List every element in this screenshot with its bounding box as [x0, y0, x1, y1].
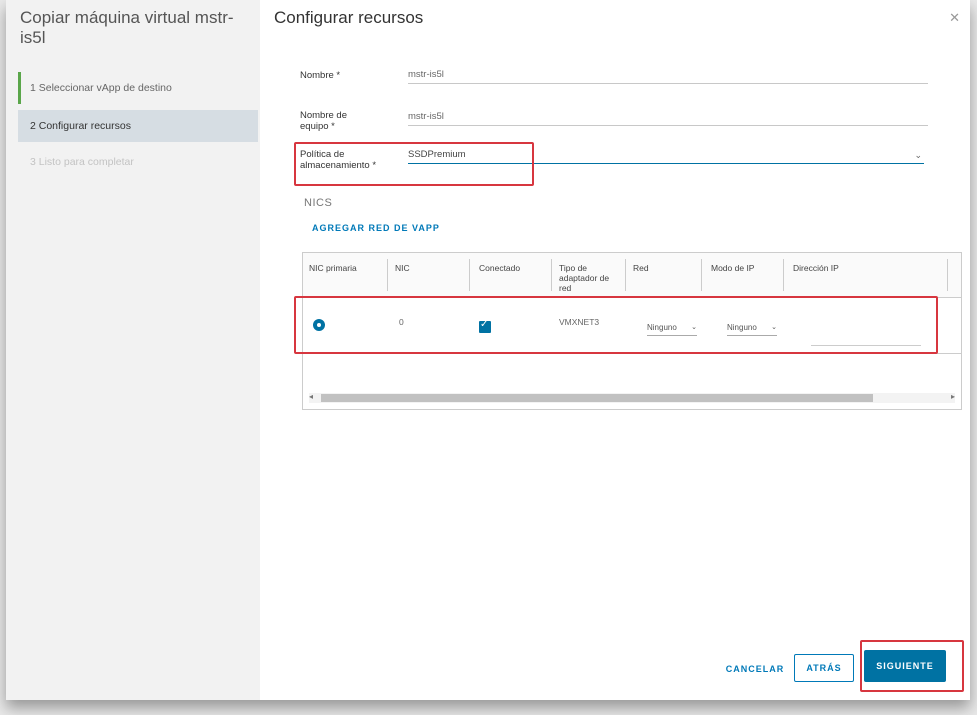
col-separator	[701, 259, 702, 291]
name-label: Nombre *	[300, 70, 341, 81]
connected-checkbox[interactable]	[479, 319, 491, 333]
close-icon[interactable]: ✕	[949, 10, 960, 26]
col-header-ip-address: Dirección IP	[793, 263, 839, 273]
wizard-title: Copiar máquina virtual mstr-is5l	[20, 8, 234, 47]
horizontal-scrollbar[interactable]: ◂ ▸	[309, 392, 955, 403]
table-row: 0 VMXNET3 Ninguno ⌄ Ninguno ⌄	[303, 297, 961, 354]
col-separator	[947, 259, 948, 291]
wizard-step-configure-resources[interactable]: 2 Configurar recursos	[18, 110, 258, 142]
wizard-step-ready-to-complete: 3 Listo para completar	[30, 156, 134, 168]
col-separator	[469, 259, 470, 291]
storage-policy-select[interactable]: SSDPremium ⌄	[408, 146, 924, 164]
ip-mode-select[interactable]: Ninguno ⌄	[727, 321, 777, 336]
scroll-left-icon[interactable]: ◂	[309, 392, 313, 401]
col-header-nic: NIC	[395, 263, 410, 273]
adapter-type: VMXNET3	[559, 317, 600, 327]
nic-index: 0	[399, 317, 404, 327]
col-header-connected: Conectado	[479, 263, 521, 273]
cancel-button[interactable]: CANCELAR	[720, 656, 790, 682]
network-select[interactable]: Ninguno ⌄	[647, 321, 697, 336]
page-title: Configurar recursos	[274, 8, 424, 27]
network-select-value: Ninguno	[647, 323, 677, 332]
storage-policy-value: SSDPremium	[408, 149, 466, 160]
ip-address-input[interactable]	[811, 331, 921, 346]
col-header-adapter-type: Tipo de adaptador de red	[559, 263, 610, 293]
col-separator	[551, 259, 552, 291]
name-field[interactable]: mstr-is5l	[408, 66, 928, 84]
scroll-right-icon[interactable]: ▸	[951, 392, 955, 401]
back-button[interactable]: ATRÁS	[794, 654, 854, 682]
col-header-primary-nic: NIC primaria	[309, 263, 357, 273]
computer-name-field[interactable]: mstr-is5l	[408, 108, 928, 126]
next-button[interactable]: SIGUIENTE	[864, 650, 946, 682]
wizard-step-select-vapp[interactable]: 1 Seleccionar vApp de destino	[18, 72, 258, 104]
add-vapp-network-link[interactable]: AGREGAR RED DE VAPP	[312, 223, 440, 233]
wizard-sidebar: Copiar máquina virtual mstr-is5l 1 Selec…	[6, 0, 260, 700]
storage-policy-label: Política de almacenamiento *	[300, 149, 377, 171]
col-header-ip-mode: Modo de IP	[711, 263, 755, 273]
col-header-network: Red	[633, 263, 649, 273]
col-separator	[625, 259, 626, 291]
col-separator	[783, 259, 784, 291]
main-panel: Configurar recursos ✕ Nombre * mstr-is5l…	[260, 0, 970, 700]
nics-section-title: NICS	[304, 197, 333, 209]
computer-name-label: Nombre de equipo *	[300, 110, 347, 132]
chevron-down-icon: ⌄	[771, 324, 777, 331]
chevron-down-icon: ⌄	[914, 150, 922, 160]
col-separator	[387, 259, 388, 291]
ip-mode-select-value: Ninguno	[727, 323, 757, 332]
chevron-down-icon: ⌄	[691, 324, 697, 331]
grid-header: NIC primaria NIC Conectado Tipo de adapt…	[303, 253, 961, 298]
scrollbar-thumb[interactable]	[321, 394, 873, 402]
nics-grid: NIC primaria NIC Conectado Tipo de adapt…	[302, 252, 962, 410]
primary-nic-radio[interactable]	[313, 319, 325, 331]
copy-vm-dialog: Copiar máquina virtual mstr-is5l 1 Selec…	[6, 0, 970, 700]
